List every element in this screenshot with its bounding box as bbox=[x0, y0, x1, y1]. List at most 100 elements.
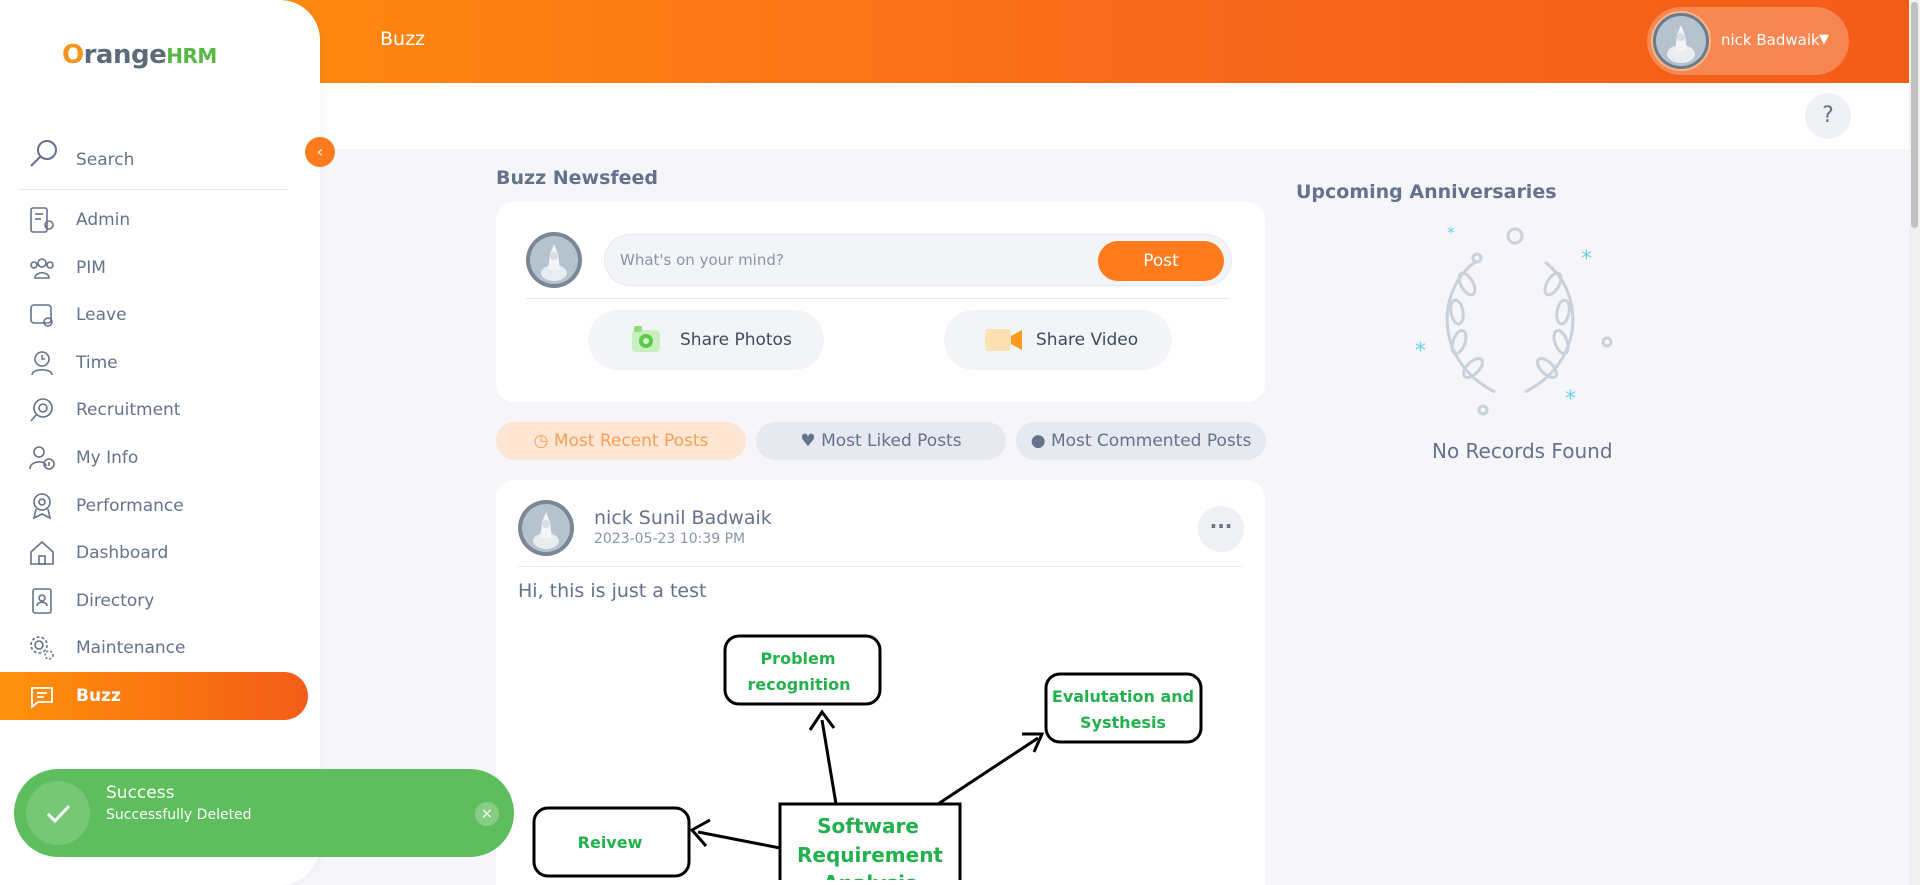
scrollbar-thumb[interactable] bbox=[1911, 2, 1918, 228]
logo-hrm: HRM bbox=[166, 44, 217, 68]
sidebar-item-label: Performance bbox=[76, 495, 184, 516]
logo-text: range bbox=[83, 40, 167, 70]
heart-icon: ♥ bbox=[800, 431, 816, 451]
sidebar-item-label: PIM bbox=[76, 257, 106, 278]
svg-text:*: * bbox=[1447, 223, 1455, 242]
diagram-label: Requirement bbox=[797, 843, 943, 867]
diagram-label: Evalutation and bbox=[1052, 687, 1194, 706]
anniversaries-title: Upcoming Anniversaries bbox=[1296, 181, 1557, 203]
toast-title: Success bbox=[106, 783, 175, 803]
chevron-left-icon: ‹ bbox=[316, 142, 324, 161]
comment-icon: ● bbox=[1030, 431, 1046, 451]
sidebar-item-label: Directory bbox=[76, 590, 155, 611]
sidebar-item-time[interactable]: Time bbox=[0, 339, 308, 387]
sub-header bbox=[320, 83, 1909, 149]
more-icon: ··· bbox=[1209, 514, 1233, 538]
sidebar: OrangeHRM Search Admin PIM Leave Time Re… bbox=[0, 0, 320, 885]
author-avatar bbox=[518, 500, 574, 556]
toast-message: Successfully Deleted bbox=[106, 807, 252, 823]
post-text: Hi, this is just a test bbox=[518, 580, 707, 602]
sidebar-item-label: Time bbox=[76, 352, 118, 373]
diagram-arrow-up bbox=[820, 719, 838, 805]
chevron-down-icon: ▼ bbox=[1819, 32, 1829, 47]
post-author[interactable]: nick Sunil Badwaik bbox=[594, 507, 772, 529]
diagram-label: Systhesis bbox=[1080, 713, 1166, 732]
tab-label: Most Commented Posts bbox=[1050, 431, 1252, 451]
collapse-sidebar-button[interactable]: ‹ bbox=[305, 137, 335, 167]
sidebar-item-label: My Info bbox=[76, 447, 139, 468]
sidebar-item-my-info[interactable]: My Info bbox=[0, 434, 308, 482]
user-avatar bbox=[1651, 11, 1711, 71]
diagram-arrow-right bbox=[937, 736, 1039, 806]
more-options-button[interactable]: ··· bbox=[1198, 506, 1244, 552]
laurel-wreath-icon: * * * * bbox=[1415, 223, 1613, 416]
sidebar-item-label: Admin bbox=[76, 210, 131, 230]
search-icon bbox=[30, 140, 57, 167]
divider bbox=[526, 298, 1230, 299]
sidebar-item-dashboard[interactable]: Dashboard bbox=[0, 529, 308, 577]
share-photos-button[interactable]: Share Photos bbox=[588, 310, 824, 370]
leave-icon bbox=[30, 304, 53, 327]
module-title: Buzz bbox=[380, 28, 426, 50]
post-input-placeholder: What's on your mind? bbox=[620, 251, 784, 269]
svg-text:*: * bbox=[1415, 339, 1426, 364]
recruitment-icon bbox=[30, 398, 53, 422]
diagram-arrow-left bbox=[697, 830, 781, 850]
orangehrm-logo[interactable]: OrangeHRM bbox=[62, 40, 217, 70]
share-video-label: Share Video bbox=[1036, 330, 1139, 350]
user-name: nick Badwaik bbox=[1721, 31, 1820, 49]
sidebar-item-label: Maintenance bbox=[76, 638, 186, 659]
share-photos-label: Share Photos bbox=[680, 330, 792, 350]
pim-icon bbox=[30, 257, 54, 279]
svg-text:*: * bbox=[1565, 387, 1576, 412]
svg-text:*: * bbox=[1581, 247, 1592, 272]
sidebar-item-directory[interactable]: Directory bbox=[0, 577, 308, 625]
close-icon[interactable]: × bbox=[475, 802, 499, 826]
admin-icon bbox=[30, 207, 54, 233]
page-scrollbar[interactable] bbox=[1909, 0, 1920, 885]
buzz-icon bbox=[31, 687, 53, 709]
post-image[interactable]: Problem recognition Evalutation and Syst… bbox=[496, 620, 1266, 880]
tab-most-commented[interactable]: ● Most Commented Posts bbox=[1016, 422, 1266, 460]
logo-letter-o: O bbox=[62, 40, 84, 70]
home-icon bbox=[30, 541, 54, 565]
sidebar-search[interactable]: Search bbox=[18, 134, 288, 190]
sidebar-item-admin[interactable]: Admin bbox=[0, 196, 308, 244]
sidebar-item-leave[interactable]: Leave bbox=[0, 291, 308, 339]
sidebar-nav: Admin PIM Leave Time Recruitment My Info… bbox=[0, 196, 320, 720]
sidebar-item-buzz[interactable]: Buzz bbox=[0, 671, 308, 720]
share-video-button[interactable]: Share Video bbox=[944, 310, 1172, 370]
success-toast: Success Successfully Deleted × bbox=[14, 769, 514, 857]
diagram-label: Reivew bbox=[578, 833, 643, 852]
video-camera-icon bbox=[985, 329, 1022, 351]
divider bbox=[518, 566, 1243, 567]
sidebar-item-label: Leave bbox=[76, 305, 127, 326]
tab-most-liked[interactable]: ♥ Most Liked Posts bbox=[756, 422, 1006, 460]
help-button[interactable]: ? bbox=[1805, 93, 1851, 139]
post-timestamp: 2023-05-23 10:39 PM bbox=[594, 531, 746, 547]
diagram-label: Problem bbox=[760, 649, 835, 668]
search-label: Search bbox=[76, 150, 135, 170]
gear-icon bbox=[30, 636, 54, 661]
sidebar-item-label: Dashboard bbox=[76, 543, 169, 564]
tab-most-recent[interactable]: ◷ Most Recent Posts bbox=[496, 422, 746, 460]
my-info-icon bbox=[29, 446, 55, 470]
camera-icon bbox=[632, 326, 660, 352]
sidebar-item-performance[interactable]: Performance bbox=[0, 482, 308, 530]
sidebar-item-pim[interactable]: PIM bbox=[0, 244, 308, 292]
time-icon bbox=[31, 350, 53, 376]
post-text-input[interactable]: What's on your mind? Post bbox=[604, 234, 1232, 286]
sidebar-item-maintenance[interactable]: Maintenance bbox=[0, 624, 308, 672]
tab-label: Most Liked Posts bbox=[821, 431, 962, 451]
sidebar-item-label: Buzz bbox=[76, 685, 121, 706]
diagram-label: recognition bbox=[747, 675, 850, 694]
post-button[interactable]: Post bbox=[1098, 241, 1224, 281]
newsfeed-title: Buzz Newsfeed bbox=[496, 167, 659, 189]
sidebar-item-recruitment[interactable]: Recruitment bbox=[0, 386, 308, 434]
create-post-card: What's on your mind? Post Share Photos S… bbox=[496, 202, 1265, 402]
performance-icon bbox=[32, 492, 52, 520]
sidebar-item-label: Recruitment bbox=[76, 400, 181, 421]
tab-label: Most Recent Posts bbox=[553, 431, 709, 451]
directory-icon bbox=[32, 587, 52, 614]
user-dropdown[interactable]: nick Badwaik ▼ bbox=[1647, 7, 1849, 75]
